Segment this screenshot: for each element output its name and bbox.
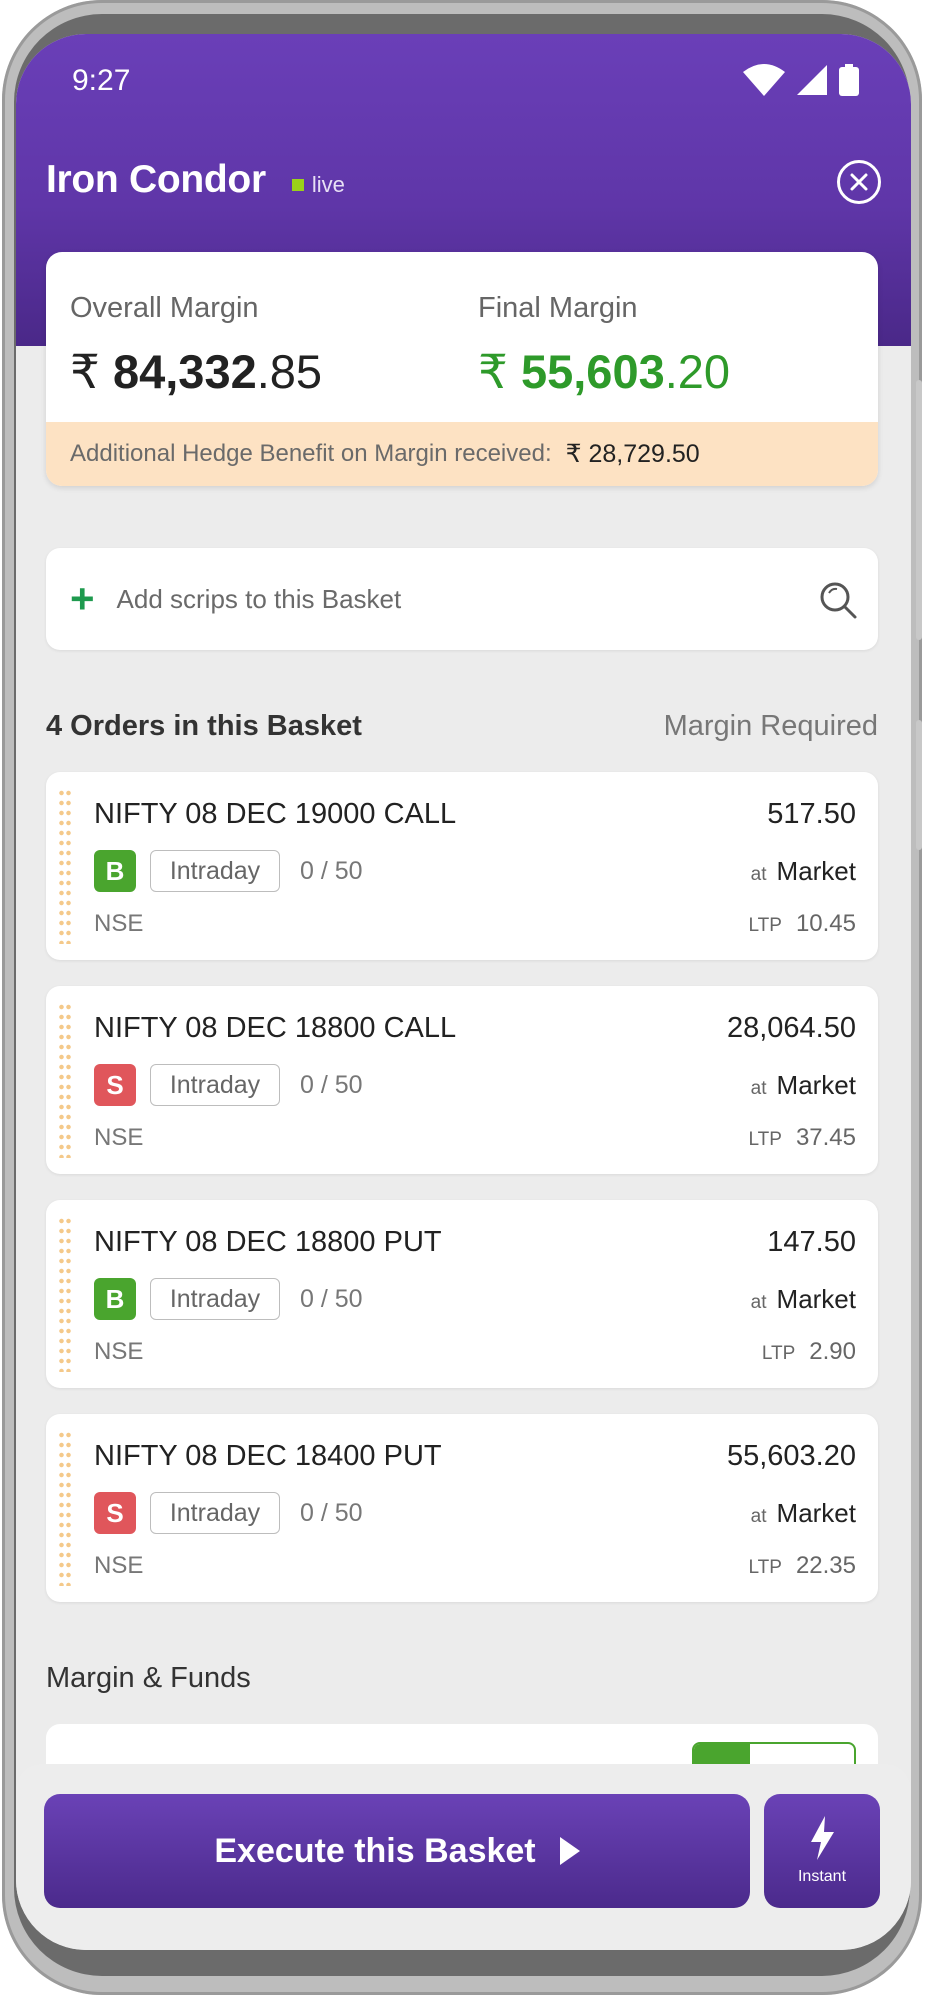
execute-basket-button[interactable]: Execute this Basket [44,1794,750,1908]
search-input[interactable]: Add scrips to this Basket [117,584,402,615]
order-exchange: NSE [94,1338,144,1365]
drag-handle-icon[interactable] [58,1430,72,1586]
wifi-icon [743,64,785,96]
order-ltp-label: LTP [748,1129,782,1150]
drag-handle-icon[interactable] [58,788,72,944]
overall-margin-value: ₹ 84,332.85 [70,344,322,400]
overall-margin-dec: .85 [256,345,323,398]
order-product-tag: Intraday [150,1492,280,1534]
margin-funds-title: Margin & Funds [46,1662,251,1694]
final-margin-int: 55,603 [520,345,665,398]
lightning-icon [811,1816,834,1860]
order-at-label: at [750,1078,767,1099]
order-type: at Market [751,1284,856,1315]
side-button [916,380,922,640]
order-type-value: Market [776,1284,856,1314]
search-icon[interactable] [818,580,858,620]
order-ltp-label: LTP [748,1557,782,1578]
order-margin: 28,064.50 [726,1012,856,1044]
final-margin-dec: .20 [664,345,731,398]
order-quantity: 0 / 50 [300,1499,363,1527]
orders-count-title: 4 Orders in this Basket [46,710,362,742]
order-side-badge: S [94,1064,136,1106]
order-quantity: 0 / 50 [300,1071,363,1099]
order-ltp: LTP 2.90 [762,1338,856,1366]
hedge-benefit-amount: ₹ 28,729.50 [565,440,700,468]
order-ltp-value: 10.45 [795,910,856,937]
phone-frame: 9:27 Iron Condor live Overall Margin ₹ 8… [2,0,922,1995]
order-type: at Market [751,856,856,887]
order-ltp-value: 37.45 [795,1124,856,1151]
order-instrument: NIFTY 08 DEC 18800 PUT [94,1226,442,1258]
margin-summary-card: Overall Margin ₹ 84,332.85 Final Margin … [46,252,878,486]
order-side-badge: B [94,850,136,892]
execute-basket-label: Execute this Basket [214,1831,536,1870]
margin-required-label: Margin Required [663,710,878,742]
hedge-benefit-label: Additional Hedge Benefit on Margin recei… [70,440,552,467]
instant-button[interactable]: Instant [764,1794,880,1908]
title-row: Iron Condor live [46,158,345,202]
status-time: 9:27 [72,64,131,97]
order-card[interactable]: NIFTY 08 DEC 19000 CALL B Intraday 0 / 5… [46,772,878,960]
order-product-tag: Intraday [150,1064,280,1106]
order-at-label: at [750,864,767,885]
order-ltp-value: 22.35 [795,1552,856,1579]
order-margin: 147.50 [767,1226,856,1258]
live-badge: live [291,172,345,198]
order-ltp-label: LTP [761,1343,796,1364]
order-exchange: NSE [94,1124,144,1151]
order-ltp: LTP 10.45 [749,910,857,938]
order-margin: 55,603.20 [726,1440,856,1472]
play-icon [559,1837,580,1865]
order-ltp-value: 2.90 [809,1338,856,1365]
order-type: at Market [751,1498,856,1529]
order-type-value: Market [776,1070,856,1100]
order-ltp: LTP 37.45 [749,1124,857,1152]
status-icons [743,64,859,96]
overall-margin-int: 84,332 [112,345,257,398]
order-ltp: LTP 22.35 [749,1552,857,1580]
page-title: Iron Condor [46,158,266,201]
order-margin: 517.50 [767,798,856,830]
order-type: at Market [751,1070,856,1101]
live-label: live [311,172,345,197]
order-side-badge: B [94,1278,136,1320]
close-icon [850,173,868,191]
order-card[interactable]: NIFTY 08 DEC 18400 PUT S Intraday 0 / 50… [46,1414,878,1602]
final-currency: ₹ [478,345,508,398]
order-type-value: Market [776,856,856,886]
order-at-label: at [750,1292,767,1313]
order-exchange: NSE [94,1552,144,1579]
overall-currency: ₹ [70,345,100,398]
live-dot-icon [291,179,304,191]
hedge-benefit-bar: Additional Hedge Benefit on Margin recei… [46,422,878,486]
final-margin-value: ₹ 55,603.20 [478,344,730,400]
close-button[interactable] [837,160,881,204]
plus-icon: + [70,575,95,622]
order-at-label: at [750,1506,767,1527]
order-product-tag: Intraday [150,850,280,892]
side-button [916,720,922,850]
final-margin-label: Final Margin [478,292,638,324]
order-type-value: Market [776,1498,856,1528]
screen: 9:27 Iron Condor live Overall Margin ₹ 8… [16,34,911,1950]
add-scrips-search[interactable]: + Add scrips to this Basket [46,548,878,650]
order-quantity: 0 / 50 [300,1285,363,1313]
instant-label: Instant [797,1868,847,1885]
drag-handle-icon[interactable] [58,1002,72,1158]
order-ltp-label: LTP [748,915,782,936]
battery-icon [839,64,859,96]
order-side-badge: S [94,1492,136,1534]
order-exchange: NSE [94,910,144,937]
signal-icon [797,65,827,95]
drag-handle-icon[interactable] [58,1216,72,1372]
order-product-tag: Intraday [150,1278,280,1320]
order-card[interactable]: NIFTY 08 DEC 18800 CALL S Intraday 0 / 5… [46,986,878,1174]
order-card[interactable]: NIFTY 08 DEC 18800 PUT B Intraday 0 / 50… [46,1200,878,1388]
order-instrument: NIFTY 08 DEC 19000 CALL [94,798,457,830]
overall-margin-label: Overall Margin [70,292,259,324]
order-quantity: 0 / 50 [300,857,363,885]
order-instrument: NIFTY 08 DEC 18400 PUT [94,1440,442,1472]
order-instrument: NIFTY 08 DEC 18800 CALL [94,1012,457,1044]
